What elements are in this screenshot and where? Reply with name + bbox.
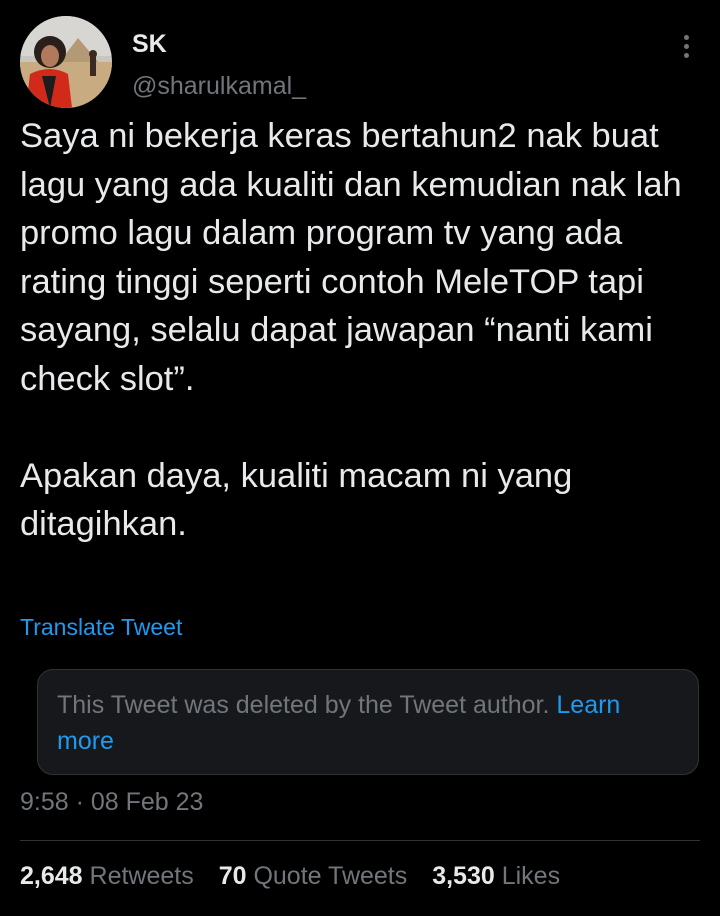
- quote-tweets-stat[interactable]: 70 Quote Tweets: [219, 862, 408, 890]
- tweet-paragraph: Saya ni bekerja keras bertahun2 nak buat…: [20, 117, 682, 398]
- tweet-timestamp[interactable]: 9:58 · 08 Feb 23: [20, 788, 203, 817]
- retweets-count: 2,648: [20, 862, 83, 890]
- likes-count: 3,530: [432, 862, 495, 890]
- deleted-message: This Tweet was deleted by the Tweet auth…: [57, 691, 550, 719]
- avatar-photo: [20, 16, 112, 108]
- tweet-paragraph: Apakan daya, kualiti macam ni yang ditag…: [20, 456, 573, 544]
- retweets-label: Retweets: [89, 862, 194, 890]
- avatar[interactable]: [20, 16, 112, 108]
- engagement-stats: 2,648 Retweets 70 Quote Tweets 3,530 Lik…: [20, 862, 578, 891]
- likes-stat[interactable]: 3,530 Likes: [432, 862, 560, 890]
- author-name[interactable]: SK: [132, 30, 167, 59]
- deleted-quote-card: This Tweet was deleted by the Tweet auth…: [37, 669, 699, 775]
- translate-tweet-link[interactable]: Translate Tweet: [20, 614, 182, 641]
- retweets-stat[interactable]: 2,648 Retweets: [20, 862, 194, 890]
- divider: [20, 840, 700, 841]
- quote-tweets-count: 70: [218, 862, 247, 890]
- author-handle[interactable]: @sharulkamal_: [132, 72, 306, 101]
- tweet-text: Saya ni bekerja keras bertahun2 nak buat…: [20, 112, 700, 549]
- more-options-icon[interactable]: [672, 30, 700, 62]
- quote-tweets-label: Quote Tweets: [253, 862, 408, 890]
- likes-label: Likes: [501, 862, 561, 890]
